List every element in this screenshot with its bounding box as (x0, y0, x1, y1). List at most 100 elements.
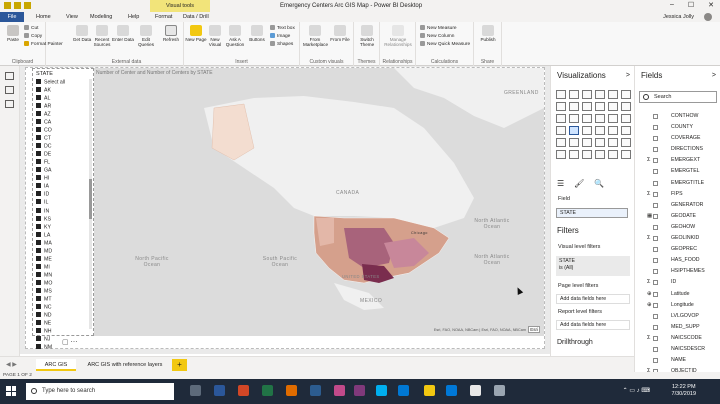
field-item[interactable]: Σ FIPS (639, 189, 719, 200)
visual-type-icon[interactable] (621, 150, 631, 159)
checkbox-icon[interactable] (36, 255, 41, 261)
powerpoint-icon[interactable] (238, 385, 249, 396)
checkbox-icon[interactable] (36, 119, 41, 125)
slicer-item[interactable]: HI (36, 175, 93, 183)
collapse-fields-icon[interactable]: > (712, 72, 716, 79)
analytics-tab-icon[interactable]: 🔍 (594, 179, 604, 188)
copy-button[interactable]: Copy (24, 33, 42, 40)
slicer-item[interactable]: LA (36, 231, 93, 240)
ask-a-question-button[interactable]: Ask A Question (224, 25, 246, 47)
slicer-item[interactable]: FL (36, 159, 93, 167)
chrome-icon[interactable] (470, 385, 481, 396)
field-item[interactable]: NAICSDESCR (639, 344, 719, 355)
undo-icon[interactable] (24, 2, 31, 9)
slicer-item[interactable]: KY (36, 223, 93, 232)
map-canvas[interactable] (94, 68, 544, 336)
user-name[interactable]: Jessica Jolly (663, 12, 694, 22)
tab-modeling[interactable]: Modeling (90, 12, 112, 22)
slicer-item[interactable]: DE (36, 151, 93, 159)
state-slicer[interactable]: STATE Select all AK AL AR AZ CA CO CT DC DE FL GA HI… (32, 68, 94, 351)
field-item[interactable]: ▦ GEODATE (639, 211, 719, 222)
new-quick-measure-button[interactable]: New Quick Measure (420, 41, 470, 48)
field-item[interactable]: Σ EMERGEXT (639, 155, 719, 166)
checkbox-icon[interactable] (653, 280, 658, 286)
field-item[interactable]: HAS_FOOD (639, 255, 719, 266)
file-explorer-icon[interactable] (310, 385, 321, 396)
onenote-icon[interactable] (354, 385, 365, 396)
image-button[interactable]: Image (270, 33, 290, 40)
checkbox-icon[interactable] (36, 151, 41, 157)
report-filter-drop-zone[interactable]: Add data fields here (556, 320, 630, 330)
visual-type-icon[interactable] (621, 114, 631, 123)
slicer-item[interactable]: DC (36, 143, 93, 151)
slicer-item[interactable]: AL (36, 95, 93, 103)
checkbox-icon[interactable] (36, 303, 41, 309)
excel-icon[interactable] (262, 385, 273, 396)
system-tray[interactable]: ⌃ ▭ ♪ ⌨ (623, 387, 650, 394)
slicer-item[interactable]: NE (36, 319, 93, 328)
slicer-item[interactable]: MO (36, 279, 93, 288)
field-item[interactable]: GENERATOR (639, 200, 719, 211)
visual-type-icon[interactable] (621, 138, 631, 147)
checkbox-icon[interactable] (653, 169, 658, 175)
slicer-item[interactable]: CT (36, 135, 93, 143)
close-icon[interactable]: ✕ (708, 1, 714, 9)
field-item[interactable]: GEOHOW (639, 222, 719, 233)
checkbox-icon[interactable] (653, 136, 658, 142)
checkbox-icon[interactable] (36, 215, 41, 221)
visual-type-icon[interactable] (595, 90, 605, 99)
checkbox-icon[interactable] (36, 263, 41, 269)
recent-sources-button[interactable]: Recent Sources (91, 25, 113, 47)
slicer-item[interactable]: IN (36, 207, 93, 216)
checkbox-icon[interactable] (653, 313, 658, 319)
visual-type-icon[interactable] (608, 102, 618, 111)
slicer-item[interactable]: MN (36, 271, 93, 280)
visual-type-icon[interactable] (621, 90, 631, 99)
visual-type-icon[interactable] (582, 126, 592, 135)
slicer-item[interactable]: AK (36, 87, 93, 95)
maximize-icon[interactable]: ☐ (688, 1, 694, 9)
checkbox-icon[interactable] (36, 311, 41, 317)
checkbox-icon[interactable] (36, 344, 41, 350)
checkbox-icon[interactable] (36, 175, 41, 181)
buttons-button[interactable]: Buttons (246, 25, 268, 42)
refresh-button[interactable]: Refresh (160, 25, 182, 42)
app-icon-3[interactable] (494, 385, 505, 396)
field-item[interactable]: Σ ID (639, 277, 719, 288)
field-item[interactable]: Σ GEOLINKID (639, 233, 719, 244)
checkbox-icon[interactable] (36, 127, 41, 133)
checkbox-icon[interactable] (653, 291, 658, 297)
field-item[interactable]: MED_SUPP (639, 322, 719, 333)
checkbox-icon[interactable] (653, 191, 658, 197)
new-measure-button[interactable]: New Measure (420, 25, 457, 32)
add-page-button[interactable]: + (172, 359, 187, 371)
from-file-button[interactable]: From File (329, 25, 351, 42)
checkbox-icon[interactable] (653, 213, 658, 219)
slicer-scrollbar[interactable] (89, 79, 92, 329)
visual-type-icon[interactable] (595, 150, 605, 159)
edit-queries-button[interactable]: Edit Queries (135, 25, 157, 47)
new-visual-button[interactable]: New Visual (204, 25, 226, 47)
visual-type-icon[interactable] (595, 126, 605, 135)
visual-type-icon[interactable] (595, 138, 605, 147)
checkbox-icon[interactable] (36, 103, 41, 109)
checkbox-icon[interactable] (36, 247, 41, 253)
visual-type-icon[interactable] (582, 150, 592, 159)
slicer-item[interactable]: KS (36, 215, 93, 224)
model-view-icon[interactable] (5, 100, 14, 108)
slicer-item[interactable]: AZ (36, 111, 93, 119)
field-item[interactable]: NAME (639, 355, 719, 366)
field-item[interactable]: EMERGTITLE (639, 178, 719, 189)
checkbox-icon[interactable] (36, 159, 41, 165)
save-icon[interactable] (14, 2, 21, 9)
checkbox-icon[interactable] (36, 111, 41, 117)
visual-type-icon[interactable] (608, 126, 618, 135)
collapse-pane-icon[interactable]: > (626, 72, 630, 79)
format-painter-button[interactable]: Format Painter (24, 41, 63, 48)
slicer-item[interactable]: ND (36, 311, 93, 320)
page-filter-drop-zone[interactable]: Add data fields here (556, 294, 630, 304)
enter-data-button[interactable]: Enter Data (112, 25, 134, 42)
checkbox-icon[interactable] (653, 125, 658, 131)
visual-type-icon[interactable] (582, 90, 592, 99)
checkbox-icon[interactable] (36, 87, 41, 93)
